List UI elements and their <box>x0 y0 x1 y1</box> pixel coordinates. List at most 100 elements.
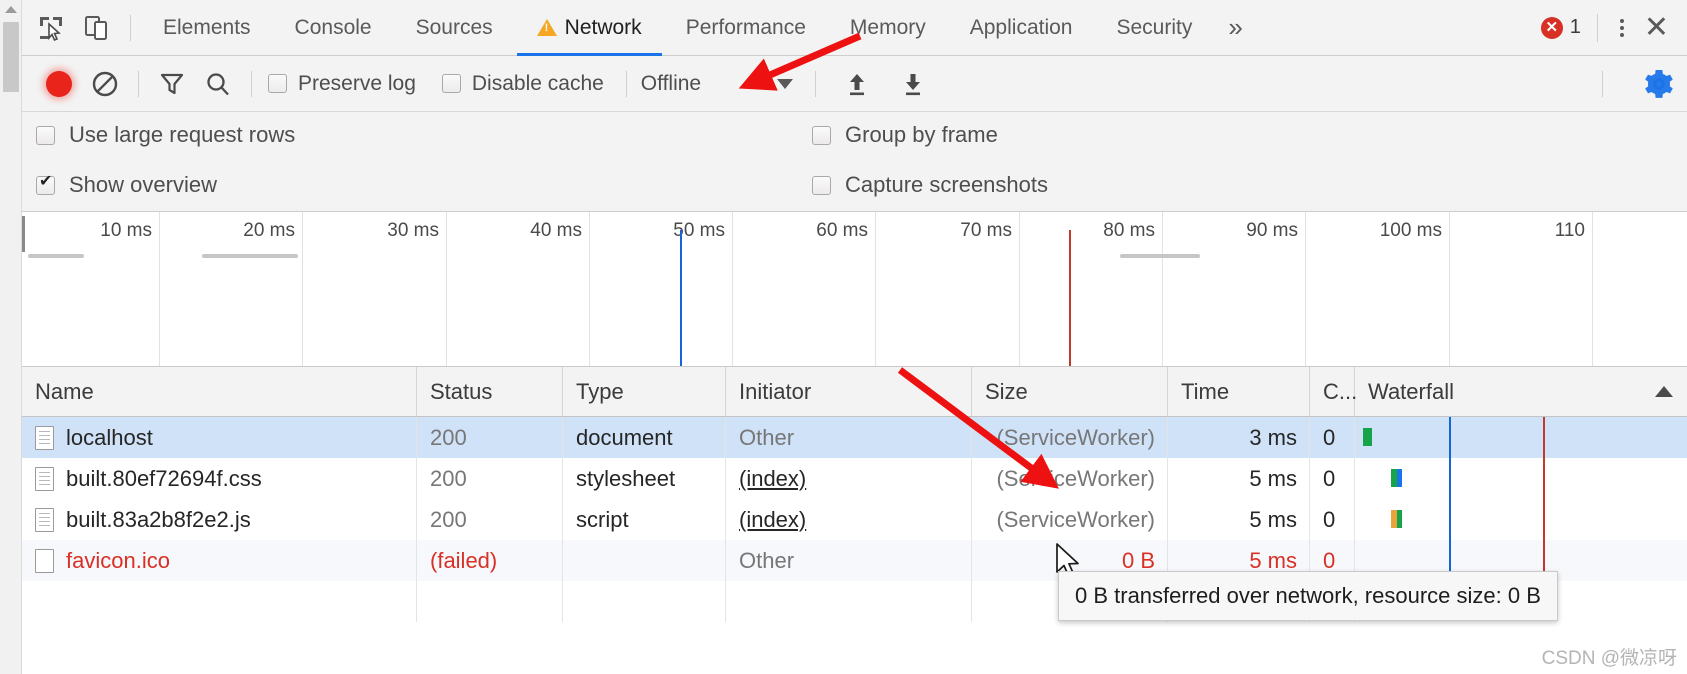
cell-time: 5 ms <box>1168 499 1310 540</box>
cell-connection: 0 <box>1310 499 1355 540</box>
record-button[interactable] <box>36 61 82 107</box>
show-overview-checkbox[interactable]: Show overview <box>36 172 217 198</box>
csdn-watermark: CSDN @微凉呀 <box>1541 648 1677 669</box>
table-row[interactable]: localhost 200 document Other (ServiceWor… <box>22 417 1687 458</box>
tab-console[interactable]: Console <box>273 0 394 56</box>
empty-cell <box>726 581 972 622</box>
device-toolbar-icon[interactable] <box>74 5 120 51</box>
load-event-marker <box>1069 230 1071 366</box>
settings-gear-icon[interactable] <box>1643 68 1675 105</box>
column-header-size[interactable]: Size <box>972 367 1168 416</box>
overview-tick-30ms: 30 ms <box>387 220 439 241</box>
overview-tick-40ms: 40 ms <box>530 220 582 241</box>
tab-elements[interactable]: Elements <box>141 0 273 56</box>
tab-application-label: Application <box>969 15 1073 39</box>
capture-screenshots-box-icon <box>812 175 831 195</box>
clear-button[interactable] <box>82 61 128 107</box>
network-settings-pane: Use large request rows Show overview Gro… <box>22 112 1687 212</box>
cell-status: (failed) <box>417 540 563 581</box>
tab-elements-label: Elements <box>163 15 251 39</box>
preserve-log-checkbox[interactable]: Preserve log <box>268 72 416 96</box>
use-large-request-rows-checkbox[interactable]: Use large request rows <box>36 122 295 148</box>
column-header-name-label: Name <box>35 378 94 404</box>
column-header-waterfall[interactable]: Waterfall <box>1355 367 1687 416</box>
close-devtools-icon[interactable]: ✕ <box>1640 12 1687 43</box>
dom-content-loaded-marker <box>680 230 682 366</box>
tab-sources[interactable]: Sources <box>394 0 515 56</box>
column-header-type[interactable]: Type <box>563 367 726 416</box>
group-by-frame-checkbox[interactable]: Group by frame <box>812 122 998 148</box>
toolbar-divider <box>130 14 131 41</box>
chevron-down-icon[interactable] <box>777 78 794 89</box>
table-row[interactable]: built.83a2b8f2e2.js 200 script (index) (… <box>22 499 1687 540</box>
waterfall-dcl-marker <box>1449 458 1451 499</box>
overview-gridline <box>302 212 303 366</box>
column-header-connection-label: C... <box>1323 378 1358 404</box>
inspect-element-icon[interactable] <box>28 5 74 51</box>
tab-security[interactable]: Security <box>1094 0 1214 56</box>
column-header-initiator[interactable]: Initiator <box>726 367 972 416</box>
overview-request-bar <box>28 254 84 258</box>
column-header-time[interactable]: Time <box>1168 367 1310 416</box>
cell-initiator-link[interactable]: (index) <box>739 507 806 533</box>
empty-cell <box>563 581 726 622</box>
cell-type: script <box>563 499 726 540</box>
overview-tick-20ms: 20 ms <box>243 220 295 241</box>
capture-screenshots-checkbox[interactable]: Capture screenshots <box>812 172 1048 198</box>
network-overview-timeline[interactable]: 10 ms 20 ms 30 ms 40 ms 50 ms 60 ms 70 m… <box>22 212 1687 367</box>
overview-gridline <box>1019 212 1020 366</box>
error-count-badge[interactable]: ✕ 1 <box>1535 16 1591 39</box>
more-tabs-icon[interactable]: » <box>1214 12 1256 43</box>
capture-screenshots-label: Capture screenshots <box>845 172 1048 197</box>
requests-table-header: Name Status Type Initiator Size Time C..… <box>22 367 1687 417</box>
cell-initiator: Other <box>726 540 972 581</box>
filter-icon[interactable] <box>149 61 195 107</box>
tab-memory[interactable]: Memory <box>828 0 948 56</box>
table-row[interactable]: built.80ef72694f.css 200 stylesheet (ind… <box>22 458 1687 499</box>
sort-ascending-icon[interactable] <box>1655 386 1673 397</box>
tabbar-divider <box>1596 13 1598 42</box>
devtools-tabbar: Elements Console Sources ! Network Perfo… <box>22 0 1687 56</box>
network-toolbar: Preserve log Disable cache Offline <box>22 56 1687 112</box>
import-har-icon[interactable] <box>834 61 880 107</box>
cell-initiator-link[interactable]: (index) <box>739 466 806 492</box>
waterfall-load-marker <box>1543 417 1545 458</box>
page-scrollbar[interactable] <box>0 0 22 674</box>
disable-cache-checkbox[interactable]: Disable cache <box>441 72 604 96</box>
tab-network[interactable]: ! Network <box>515 0 664 56</box>
cell-name-label: favicon.ico <box>66 547 170 573</box>
throttle-dropdown-value[interactable]: Offline <box>641 72 701 96</box>
scrollbar-thumb[interactable] <box>3 22 19 92</box>
disable-cache-box-icon <box>441 74 461 93</box>
column-header-status[interactable]: Status <box>417 367 563 416</box>
tab-network-label: Network <box>564 15 642 39</box>
waterfall-dcl-marker <box>1449 417 1451 458</box>
column-header-name[interactable]: Name <box>22 367 417 416</box>
cell-name: favicon.ico <box>22 540 417 581</box>
column-header-type-label: Type <box>576 378 624 404</box>
more-options-icon[interactable] <box>1604 18 1640 37</box>
tab-performance[interactable]: Performance <box>664 0 828 56</box>
cell-initiator[interactable]: (index) <box>726 458 972 499</box>
overview-gridline <box>732 212 733 366</box>
tab-application[interactable]: Application <box>948 0 1095 56</box>
toolbar-divider-1 <box>138 70 139 97</box>
group-by-frame-box-icon <box>812 125 831 145</box>
tab-security-label: Security <box>1116 15 1193 39</box>
overview-left-handle[interactable] <box>22 216 25 252</box>
script-file-icon <box>35 507 54 532</box>
document-file-icon <box>35 425 54 450</box>
empty-cell <box>417 581 563 622</box>
cell-initiator[interactable]: (index) <box>726 499 972 540</box>
error-count-label: 1 <box>1569 16 1581 38</box>
column-header-connection[interactable]: C... <box>1310 367 1358 416</box>
search-icon[interactable] <box>195 61 241 107</box>
column-header-initiator-label: Initiator <box>739 378 812 404</box>
use-large-request-rows-label: Use large request rows <box>69 122 296 147</box>
export-har-icon[interactable] <box>890 61 936 107</box>
scroll-up-arrow-icon[interactable] <box>5 6 17 13</box>
overview-gridline <box>1449 212 1450 366</box>
size-tooltip: 0 B transferred over network, resource s… <box>1058 571 1558 621</box>
warning-triangle-icon: ! <box>536 19 557 36</box>
cell-time: 3 ms <box>1168 417 1310 458</box>
